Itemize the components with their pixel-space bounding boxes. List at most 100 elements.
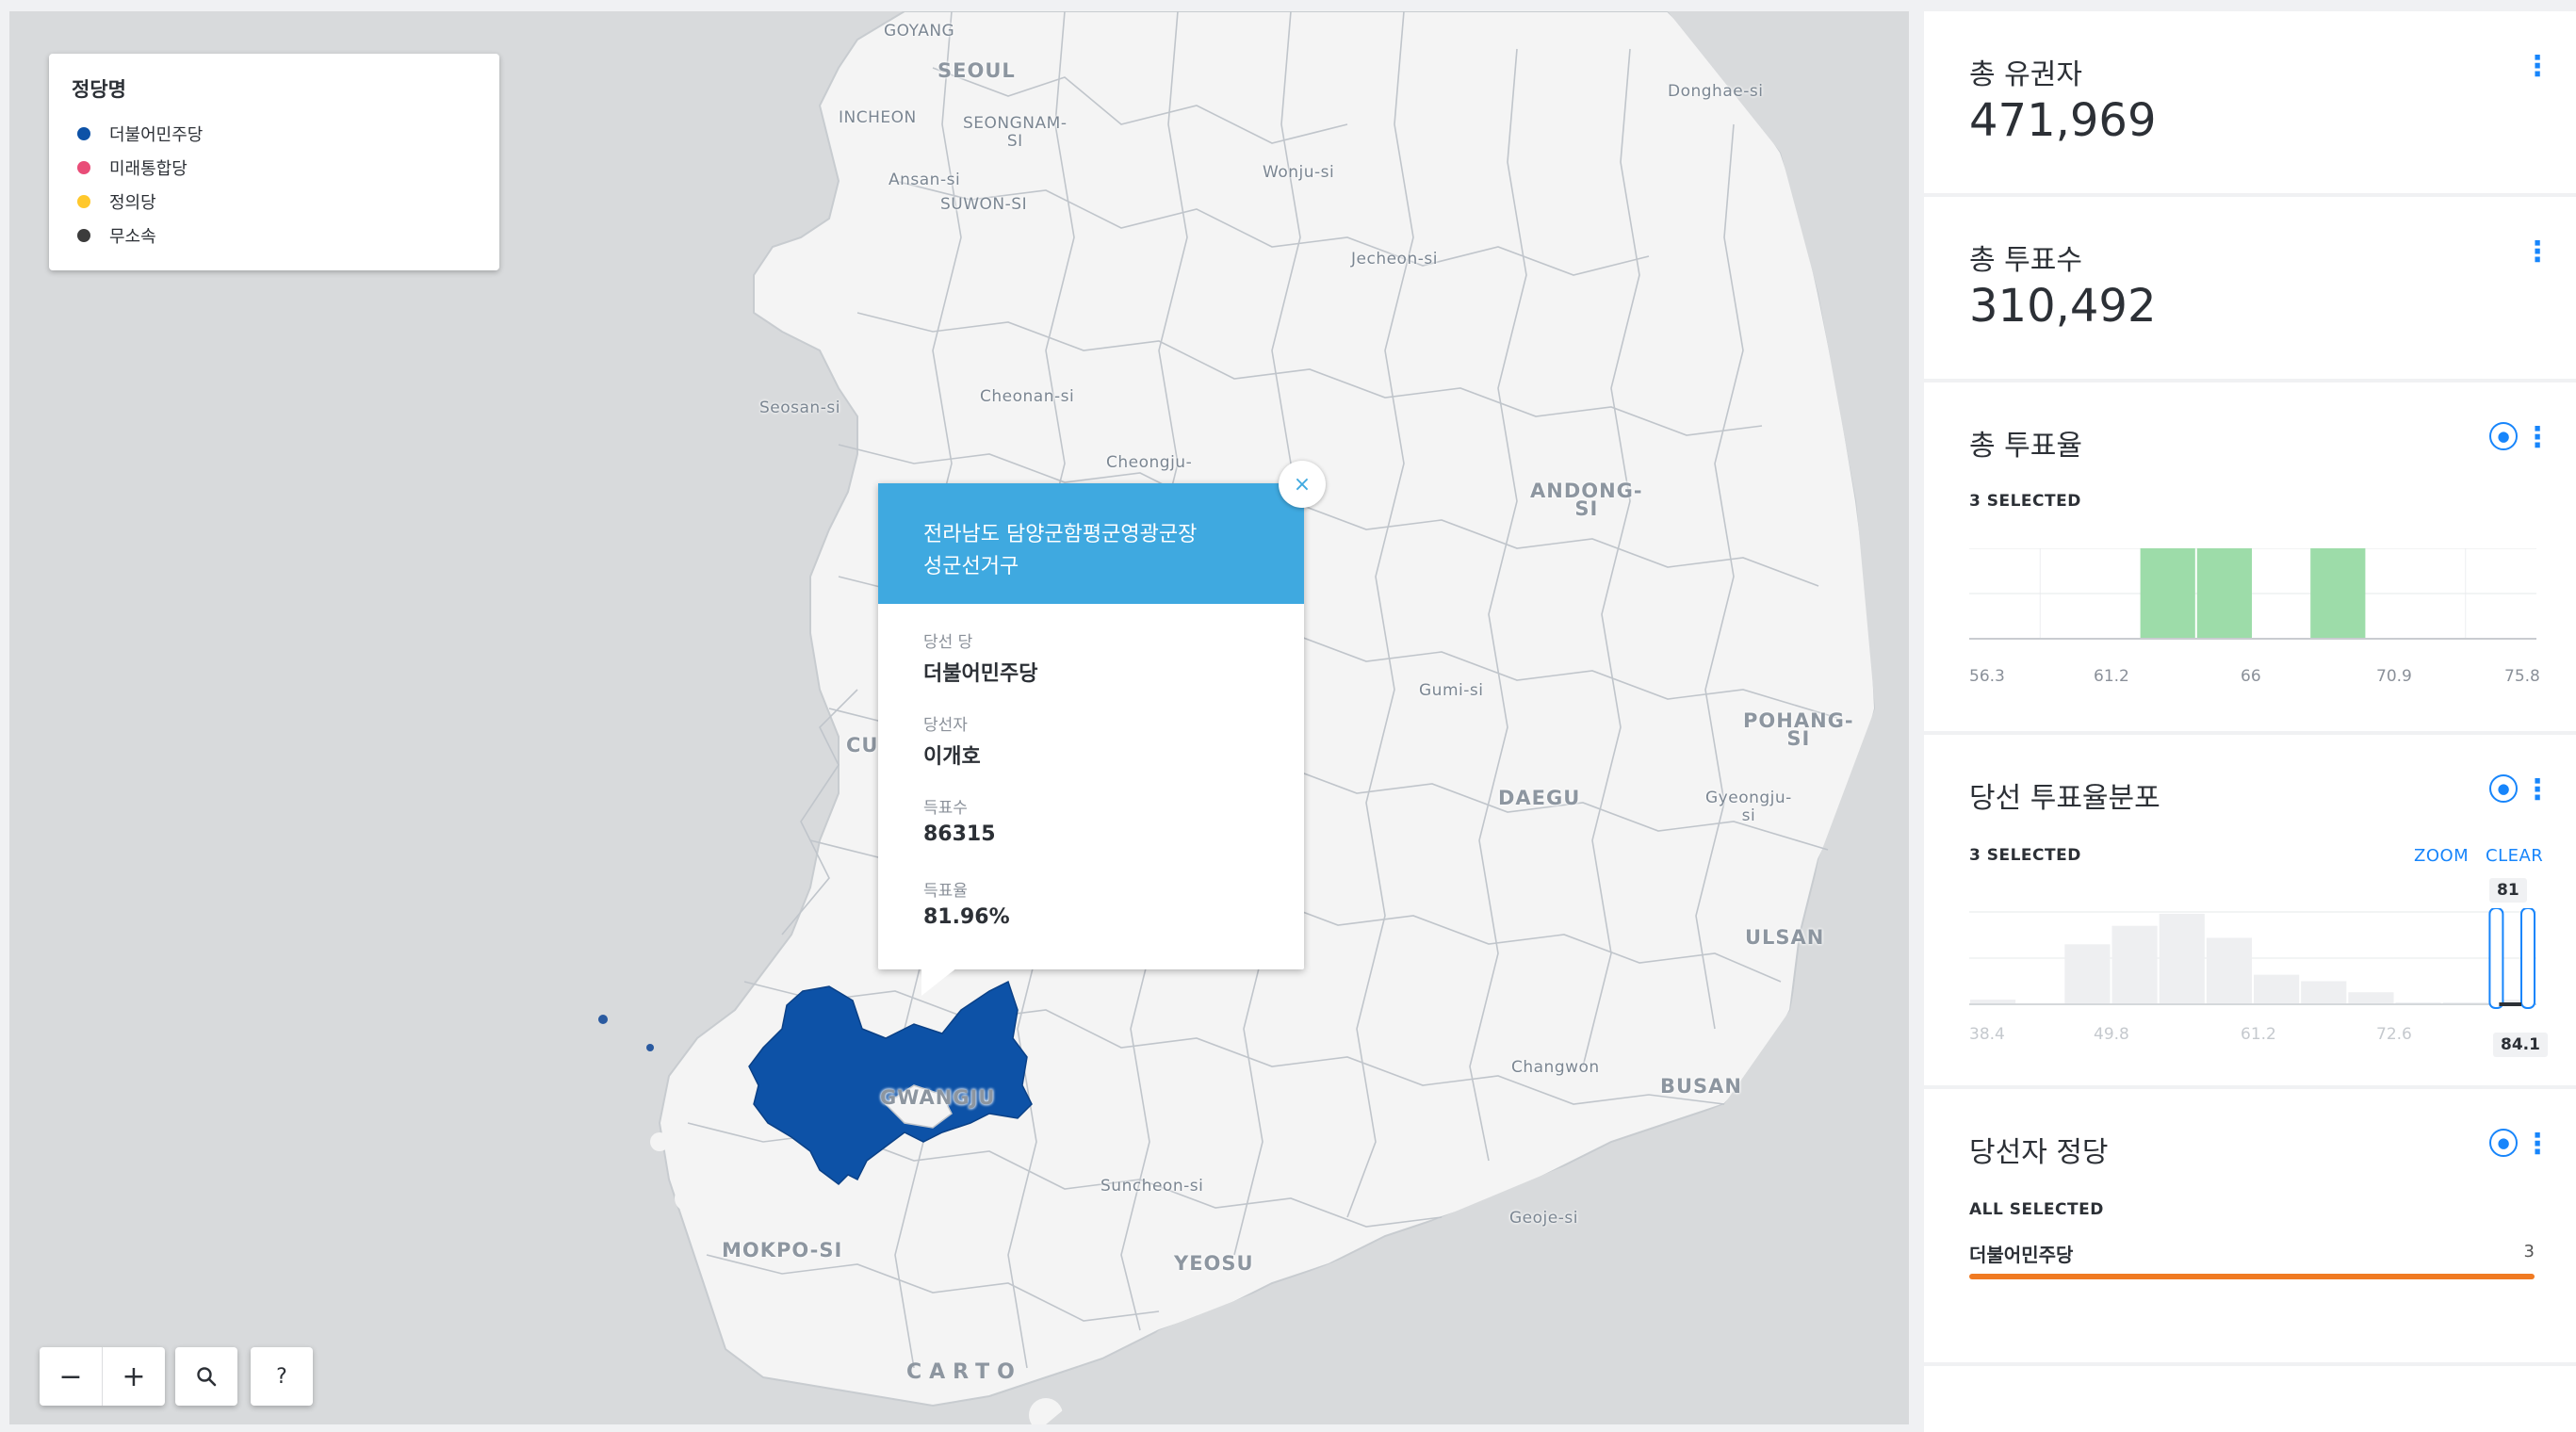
city-label: Cheongju-	[1106, 453, 1193, 472]
search-control	[175, 1347, 237, 1406]
color-drop-icon[interactable]: ●	[2489, 1129, 2518, 1157]
histogram-bar	[2301, 981, 2347, 1004]
legend-label: 미래통합당	[109, 159, 187, 179]
widget-title: 당선 투표율분포	[1969, 782, 2160, 815]
city-label: Gyeongju- si	[1705, 789, 1792, 825]
popup-pointer	[921, 968, 957, 996]
legend-dot	[77, 229, 90, 242]
city-label: GWANGJU	[880, 1086, 996, 1109]
axis-tick: 66	[2241, 667, 2261, 686]
zoom-in-button[interactable]: +	[103, 1347, 165, 1406]
popup-header: 전라남도 담양군함평군영광군장 성군선거구	[878, 483, 1304, 604]
color-drop-icon[interactable]: ●	[2489, 774, 2518, 803]
more-options-icon[interactable]: ⋮	[2523, 424, 2552, 452]
city-label: Suncheon-si	[1101, 1177, 1204, 1196]
popup-title-line1: 전라남도 담양군함평군영광군장	[923, 523, 1198, 546]
axis-tick: 72.6	[2376, 1025, 2412, 1044]
category-label: 더불어민주당	[1969, 1244, 2074, 1266]
city-label: Jecheon-si	[1351, 250, 1438, 268]
selection-count: 3 SELECTED	[1969, 846, 2081, 865]
popup-title-line2: 성군선거구	[923, 555, 1019, 578]
more-options-icon[interactable]: ⋮	[2523, 1131, 2552, 1159]
popup-field-value: 이개호	[923, 745, 981, 769]
city-label: POHANG- SI	[1743, 709, 1854, 750]
more-options-icon[interactable]: ⋮	[2523, 238, 2552, 267]
histogram-bar	[2206, 937, 2252, 1004]
widget-winner-party: 당선자 정당 ● ⋮ ALL SELECTED 더불어민주당 3	[1924, 1089, 2576, 1362]
city-label: YEOSU	[1174, 1252, 1254, 1275]
legend-label: 정의당	[109, 193, 156, 213]
city-label: BUSAN	[1660, 1075, 1743, 1098]
axis-tick: 49.8	[2094, 1025, 2129, 1044]
city-label: Geoje-si	[1509, 1209, 1578, 1228]
zoom-controls: − +	[40, 1347, 165, 1406]
axis-tick: 61.2	[2241, 1025, 2276, 1044]
city-label: Wonju-si	[1263, 163, 1335, 182]
district-popup: 전라남도 담양군함평군영광군장 성군선거구 당선 당 더불어민주당 당선자 이개…	[878, 483, 1304, 996]
legend-dot	[77, 195, 90, 208]
zoom-link[interactable]: ZOOM	[2414, 846, 2469, 866]
more-options-icon[interactable]: ⋮	[2523, 53, 2552, 81]
axis-tick: 70.9	[2376, 667, 2412, 686]
histogram-bar	[2159, 913, 2205, 1004]
range-max-label: 84.1	[2493, 1033, 2548, 1057]
widget-value: 471,969	[1969, 94, 2157, 147]
widget-title: 총 유권자	[1969, 58, 2082, 91]
popup-field-value: 81.96%	[923, 905, 1010, 929]
histogram-bar	[2140, 548, 2195, 639]
legend-item: 미래통합당	[77, 158, 187, 181]
city-label: Donghae-si	[1668, 82, 1764, 101]
selection-count: ALL SELECTED	[1969, 1200, 2104, 1219]
range-handle-left	[2488, 908, 2504, 1009]
widget-sidebar[interactable]: 총 유권자 471,969 ⋮ 총 투표수 310,492 ⋮ 총 투표율 ● …	[1924, 11, 2576, 1432]
close-icon: ×	[1293, 472, 1312, 496]
city-label: CU	[846, 734, 879, 757]
map-attribution: CARTO	[906, 1360, 1022, 1384]
city-label: SEOUL	[937, 59, 1016, 82]
widget-value: 310,492	[1969, 280, 2157, 333]
search-icon	[197, 1367, 217, 1387]
axis-tick: 75.8	[2504, 667, 2540, 686]
histogram-bar	[2310, 548, 2366, 639]
popup-field-label: 당선자	[923, 716, 968, 735]
clear-link[interactable]: CLEAR	[2486, 846, 2543, 866]
legend-panel: 정당명 더불어민주당 미래통합당 정의당 무소속	[49, 54, 499, 270]
widget-winner-rate: 당선 투표율분포 ● ⋮ 3 SELECTED ZOOM CLEAR 81 84…	[1924, 735, 2576, 1085]
legend-dot	[77, 127, 90, 140]
zoom-out-button[interactable]: −	[40, 1347, 103, 1406]
more-options-icon[interactable]: ⋮	[2523, 776, 2552, 805]
legend-label: 무소속	[109, 227, 156, 247]
legend-title: 정당명	[72, 78, 126, 101]
city-label: Seosan-si	[759, 399, 840, 417]
city-label: SUWON-SI	[940, 195, 1028, 214]
widget-next	[1924, 1366, 2576, 1432]
popup-field-label: 득표율	[923, 882, 968, 901]
city-label: INCHEON	[839, 108, 917, 127]
help-button[interactable]: ?	[251, 1347, 313, 1406]
popup-field-value: 더불어민주당	[923, 662, 1038, 686]
city-label: MOKPO-SI	[722, 1239, 843, 1261]
axis-tick: 38.4	[1969, 1025, 2005, 1044]
city-label: ULSAN	[1745, 926, 1825, 949]
search-button[interactable]	[175, 1347, 237, 1406]
widget-total-voters: 총 유권자 471,969 ⋮	[1924, 11, 2576, 193]
city-label: GOYANG	[884, 22, 955, 41]
histogram-bar	[2254, 974, 2300, 1004]
histogram-bar	[2111, 925, 2158, 1004]
category-bar	[1969, 1274, 2535, 1279]
city-label: ANDONG- SI	[1530, 480, 1643, 520]
winner-rate-histogram[interactable]	[1969, 908, 2536, 1021]
turnout-histogram[interactable]	[1969, 548, 2536, 652]
popup-field-label: 득표수	[923, 799, 968, 818]
popup-close-button[interactable]: ×	[1279, 461, 1326, 508]
popup-field-label: 당선 당	[923, 633, 973, 652]
selection-count: 3 SELECTED	[1969, 492, 2081, 511]
widget-title: 총 투표율	[1969, 430, 2082, 463]
category-count: 3	[2523, 1242, 2535, 1261]
category-row[interactable]: 더불어민주당 3	[1969, 1240, 2535, 1287]
widget-title: 총 투표수	[1969, 244, 2082, 277]
color-drop-icon[interactable]: ●	[2489, 422, 2518, 450]
axis-tick: 56.3	[1969, 667, 2005, 686]
legend-item: 정의당	[77, 192, 156, 215]
legend-label: 더불어민주당	[109, 125, 204, 145]
